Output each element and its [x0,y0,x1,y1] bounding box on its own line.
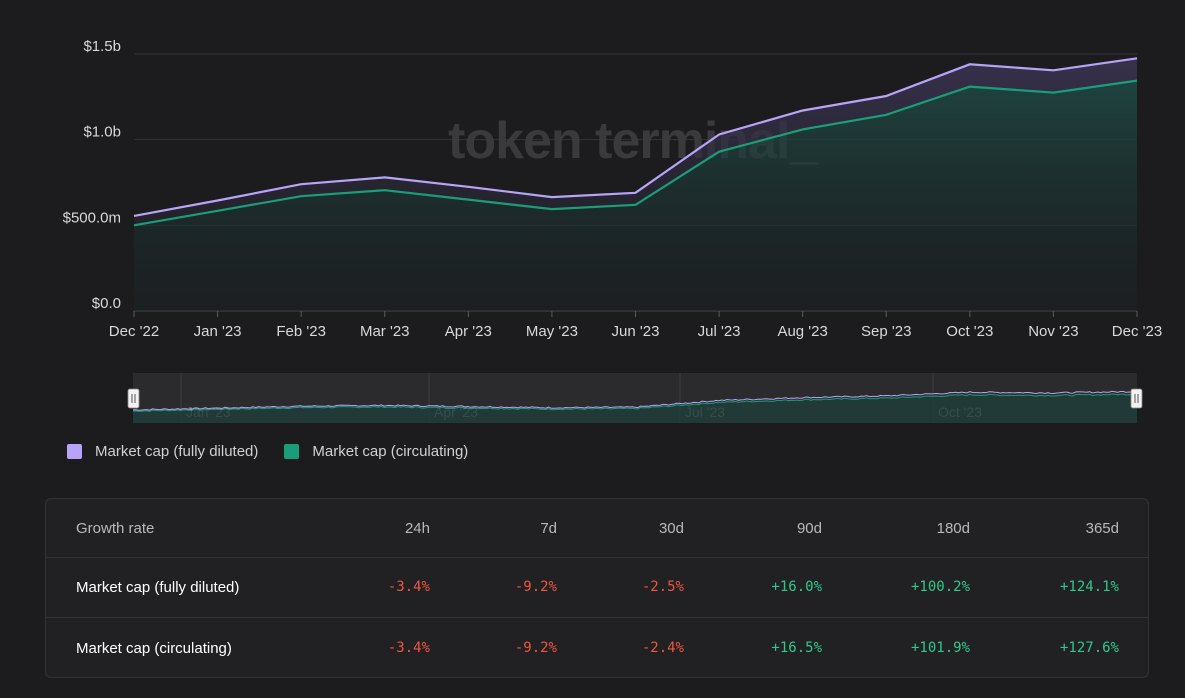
navigator-left-handle[interactable] [127,388,140,409]
y-axis: $0.0 $500.0m $1.0b $1.5b [63,38,121,312]
col-24h: 24h [404,519,430,537]
x-tick-label: Nov '23 [1028,323,1078,340]
row-label-circulating: Market cap (circulating) [76,639,232,657]
circ-7d: -9.2% [514,640,557,656]
x-axis: Dec '22 Jan '23 Feb '23 Mar '23 Apr '23 May '… [109,311,1162,340]
fd-7d: -9.2% [514,579,557,595]
x-tick-label: Jun '23 [612,323,660,340]
x-tick-label: Jan '23 [194,323,242,340]
y-tick-label: $0.0 [92,295,121,312]
x-tick-label: Apr '23 [445,323,492,340]
circulating-swatch [284,444,300,459]
x-tick-label: May '23 [526,323,578,340]
col-30d: 30d [658,519,684,537]
market-cap-chart: token terminal_ $0.0$500.0m$1.0b$1.5b De… [63,38,1162,423]
table-row: Market cap (circulating) -3.4% -9.2% -2.… [46,618,1148,678]
x-tick-label: Aug '23 [777,323,827,340]
table-row: Market cap (fully diluted) -3.4% -9.2% -… [46,557,1148,618]
circ-180d: +101.9% [910,640,970,656]
circ-365d: +127.6% [1059,640,1119,656]
navigator-right-handle[interactable] [1130,388,1143,409]
circ-30d: -2.4% [641,640,684,656]
fully-diluted-swatch [67,444,82,459]
y-tick-label: $500.0m [63,209,121,226]
x-tick-label: Sep '23 [861,323,911,340]
y-tick-label: $1.5b [83,38,121,55]
col-7d: 7d [540,519,557,537]
range-navigator: Jan '23Apr '23Jul '23Oct '23 [127,373,1143,423]
col-90d: 90d [796,519,822,537]
legend-item-fully-diluted[interactable]: Market cap (fully diluted) [67,443,258,460]
legend-label-circulating: Market cap (circulating) [312,443,469,460]
legend-label-fully-diluted: Market cap (fully diluted) [95,443,259,460]
chart-legend: Market cap (fully diluted) Market cap (c… [67,443,468,460]
x-tick-label: Mar '23 [360,323,410,340]
chart-areas [134,58,1137,311]
circ-90d: +16.5% [771,640,822,656]
fd-180d: +100.2% [910,579,970,595]
fd-90d: +16.0% [771,579,822,595]
fd-30d: -2.5% [641,579,684,595]
x-tick-label: Dec '23 [1112,323,1162,340]
table-header-row: Growth rate 24h 7d 30d 90d 180d 365d [46,499,1148,558]
x-tick-label: Jul '23 [698,323,741,340]
fd-24h: -3.4% [387,579,430,595]
col-180d: 180d [936,519,970,537]
legend-item-circulating[interactable]: Market cap (circulating) [284,443,468,460]
x-tick-label: Feb '23 [276,323,326,340]
row-label-fully-diluted: Market cap (fully diluted) [76,578,240,596]
growth-rate-table: Growth rate 24h 7d 30d 90d 180d 365d Mar… [45,498,1149,678]
x-tick-label: Dec '22 [109,323,159,340]
fd-365d: +124.1% [1059,579,1119,595]
x-tick-label: Oct '23 [946,323,993,340]
col-365d: 365d [1085,519,1119,537]
y-tick-label: $1.0b [83,124,121,141]
circ-24h: -3.4% [387,640,430,656]
table-header-label: Growth rate [76,519,155,537]
